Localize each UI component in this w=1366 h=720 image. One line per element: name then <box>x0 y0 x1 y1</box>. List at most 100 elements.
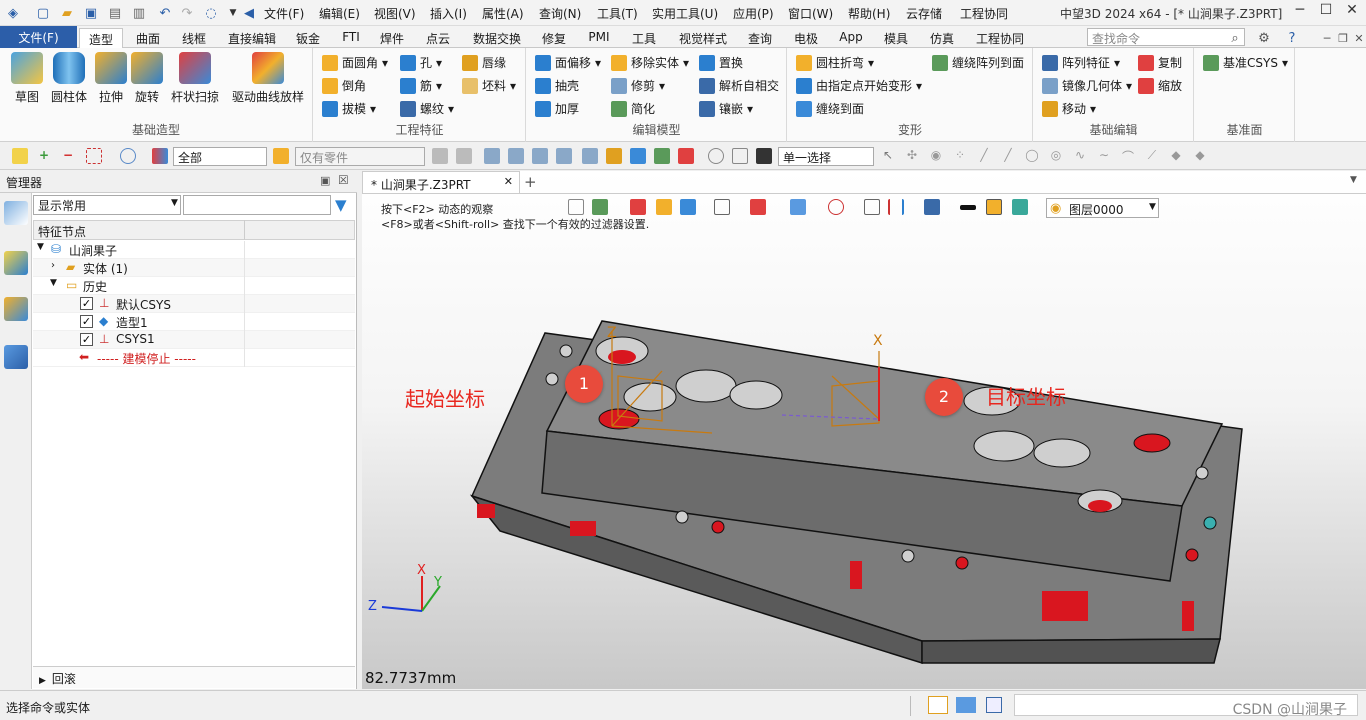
deform-from-point-button[interactable]: 由指定点开始变形 ▾ <box>796 77 922 94</box>
tool-icon[interactable] <box>582 148 598 164</box>
collapse-icon[interactable]: ▼ <box>50 278 57 288</box>
mirror-geometry-button[interactable]: 镜像几何体 ▾ <box>1042 77 1132 94</box>
points-icon[interactable]: ⁘ <box>952 148 968 164</box>
curve-icon[interactable]: ∿ <box>1072 148 1088 164</box>
replace-button[interactable]: 置换 <box>699 54 743 71</box>
tool-icon[interactable] <box>654 148 670 164</box>
lasso-icon[interactable] <box>120 148 136 164</box>
menu-utilities[interactable]: 实用工具(U) <box>652 5 718 22</box>
tree-node[interactable]: ▼ ▭ 历史 <box>33 277 355 295</box>
pointer-icon[interactable]: ↖ <box>880 148 896 164</box>
menu-apps[interactable]: 应用(P) <box>733 5 774 22</box>
menu-query[interactable]: 查询(N) <box>539 5 581 22</box>
panel-close-icon[interactable]: ☒ <box>338 173 349 187</box>
tab-collab[interactable]: 工程协同 <box>970 28 1030 48</box>
view-manager-icon[interactable] <box>4 297 28 321</box>
tool-icon[interactable] <box>678 148 694 164</box>
tab-model[interactable]: 造型 <box>79 28 123 48</box>
print-icon[interactable]: ▤ <box>106 4 124 22</box>
line-icon[interactable]: ╱ <box>976 148 992 164</box>
pin-icon[interactable]: ▣ <box>320 174 330 187</box>
pattern-feature-button[interactable]: 阵列特征 ▾ <box>1042 54 1120 71</box>
tree-node[interactable]: ✓ ⊥ 默认CSYS <box>33 295 355 313</box>
tree-node[interactable]: › ▰ 实体 (1) <box>33 259 355 277</box>
snap-icon[interactable] <box>732 148 748 164</box>
thread-button[interactable]: 螺纹 ▾ <box>400 100 454 117</box>
visibility-checkbox[interactable]: ✓ <box>80 315 93 328</box>
input-mode-icon[interactable] <box>928 696 948 714</box>
move-button[interactable]: 移动 ▾ <box>1042 100 1096 117</box>
circle-icon[interactable]: ◎ <box>1048 148 1064 164</box>
tab-weld[interactable]: 焊件 <box>374 28 410 48</box>
cad-model[interactable] <box>362 171 1366 689</box>
part-only-combo[interactable]: 仅有零件 <box>295 147 425 166</box>
tree-filter-input[interactable] <box>183 195 331 215</box>
tab-repair[interactable]: 修复 <box>536 28 572 48</box>
tool-icon[interactable] <box>606 148 622 164</box>
rib-button[interactable]: 筋 ▾ <box>400 77 442 94</box>
menu-view[interactable]: 视图(V) <box>374 5 416 22</box>
tab-tools[interactable]: 工具 <box>626 28 662 48</box>
self-intersect-button[interactable]: 解析自相交 <box>699 77 779 94</box>
stop-icon[interactable] <box>756 148 772 164</box>
tool-icon[interactable] <box>556 148 572 164</box>
remove-icon[interactable]: − <box>60 148 76 164</box>
settings-gear-icon[interactable]: ⚙ <box>1255 29 1273 47</box>
wrap-to-face-button[interactable]: 缠绕到面 <box>796 100 864 117</box>
draft-button[interactable]: 拔模 ▾ <box>322 100 376 117</box>
command-search-input[interactable]: 查找命令 <box>1087 28 1245 46</box>
curve-icon[interactable]: ∼ <box>1096 148 1112 164</box>
copy-button[interactable]: 复制 <box>1138 54 1182 71</box>
scale-button[interactable]: 缩放 <box>1138 77 1182 94</box>
hole-button[interactable]: 孔 ▾ <box>400 54 442 71</box>
back-arrow-icon[interactable]: ◀ <box>240 4 258 22</box>
menu-edit[interactable]: 编辑(E) <box>319 5 360 22</box>
tangent-icon[interactable]: ⟋ <box>1144 148 1160 164</box>
cylinder-button[interactable]: 圆柱体 <box>46 52 92 105</box>
menu-attribute[interactable]: 属性(A) <box>482 5 524 22</box>
filter-combo[interactable]: 全部 <box>173 147 267 166</box>
part-filter-icon[interactable] <box>273 148 289 164</box>
simplify-button[interactable]: 简化 <box>611 100 655 117</box>
visibility-checkbox[interactable]: ✓ <box>80 297 93 310</box>
user-icon[interactable] <box>4 345 28 369</box>
tab-app[interactable]: App <box>834 28 868 48</box>
tab-pointcloud[interactable]: 点云 <box>420 28 456 48</box>
snap-icon[interactable] <box>708 148 724 164</box>
menu-collab[interactable]: 工程协同 <box>960 5 1008 22</box>
face-offset-button[interactable]: 面偏移 ▾ <box>535 54 601 71</box>
tab-data-exchange[interactable]: 数据交换 <box>466 28 528 48</box>
menu-file[interactable]: 文件(F) <box>264 5 304 22</box>
open-file-icon[interactable]: ▰ <box>58 4 76 22</box>
list-icon[interactable] <box>986 697 1002 713</box>
tab-wireframe[interactable]: 线框 <box>176 28 212 48</box>
menu-insert[interactable]: 插入(I) <box>430 5 467 22</box>
pick-filter-icon[interactable] <box>12 148 28 164</box>
tab-sheetmetal[interactable]: 钣金 <box>290 28 326 48</box>
box-select-icon[interactable] <box>86 148 102 164</box>
help-icon[interactable]: ? <box>1283 29 1301 47</box>
face-icon[interactable]: ◆ <box>1192 148 1208 164</box>
close-button[interactable]: ✕ <box>1340 2 1364 22</box>
shell-button[interactable]: 抽壳 <box>535 77 579 94</box>
cylinder-bend-button[interactable]: 圆柱折弯 ▾ <box>796 54 874 71</box>
print-preview-icon[interactable]: ▥ <box>130 4 148 22</box>
face-fillet-button[interactable]: 面圆角 ▾ <box>322 54 388 71</box>
trim-button[interactable]: 修剪 ▾ <box>611 77 665 94</box>
tab-simulation[interactable]: 仿真 <box>924 28 960 48</box>
collapse-icon[interactable]: ▼ <box>37 242 44 252</box>
refresh-icon[interactable]: ◌ <box>202 4 220 22</box>
search-icon[interactable]: ⌕ <box>1226 29 1244 47</box>
chamfer-button[interactable]: 倒角 <box>322 77 366 94</box>
select-mode-combo[interactable]: 单一选择 <box>778 147 874 166</box>
tab-mold[interactable]: 模具 <box>878 28 914 48</box>
filter-icon[interactable] <box>152 148 168 164</box>
tree-node[interactable]: ⬅ ----- 建模停止 ----- <box>33 349 355 367</box>
sketch-button[interactable]: 草图 <box>4 52 50 105</box>
tab-surface[interactable]: 曲面 <box>130 28 166 48</box>
menu-tools[interactable]: 工具(T) <box>597 5 638 22</box>
inlay-button[interactable]: 镶嵌 ▾ <box>699 100 753 117</box>
undo-icon[interactable]: ↶ <box>156 4 174 22</box>
arc-icon[interactable]: ⌒ <box>1120 148 1136 164</box>
tab-pmi[interactable]: PMI <box>582 28 616 48</box>
